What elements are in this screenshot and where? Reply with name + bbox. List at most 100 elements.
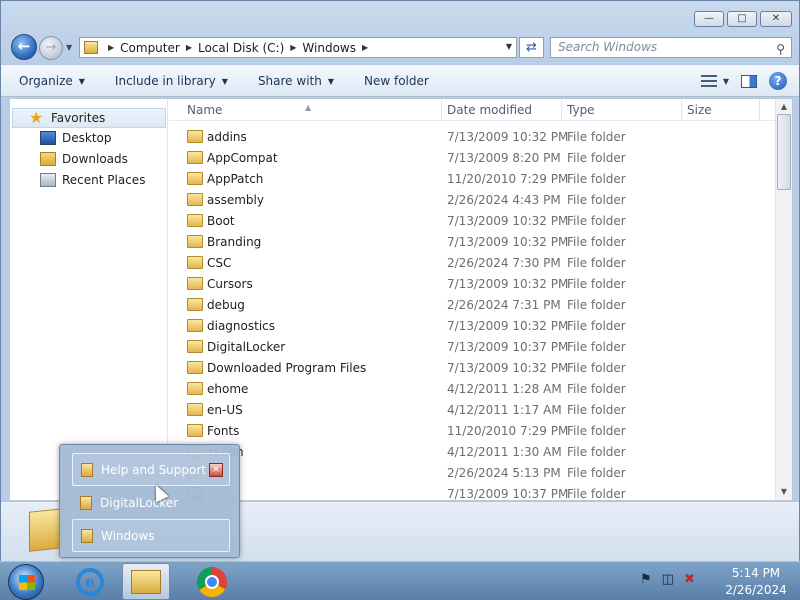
close-button[interactable]: ✕ (760, 11, 792, 27)
column-divider[interactable] (759, 99, 760, 121)
share-with-menu[interactable]: Share with ▼ (258, 74, 334, 88)
table-row[interactable]: zation4/12/2011 1:30 AMFile folder (169, 442, 776, 463)
refresh-button[interactable]: ⇄ (519, 37, 544, 58)
file-date-modified: 7/13/2009 10:32 PM (447, 235, 569, 249)
navigation-pane: ★ Favorites Desktop Downloads Recent Pla… (10, 99, 168, 500)
table-row[interactable]: Fonts 11/20/2010 7:29 PM File folder (169, 421, 776, 442)
file-type: File folder (567, 193, 626, 207)
close-icon[interactable]: ✕ (209, 463, 223, 477)
chevron-right-icon[interactable]: ▶ (108, 43, 114, 52)
sidebar-item-recent-places[interactable]: Recent Places (10, 170, 145, 190)
taskbar-chrome[interactable] (188, 563, 236, 600)
file-date-modified: 7/13/2009 10:37 PM (447, 340, 569, 354)
taskbar-internet-explorer[interactable]: e (66, 563, 114, 600)
file-name: en-US (207, 403, 243, 417)
scrollbar-thumb[interactable] (777, 114, 791, 190)
network-icon[interactable]: ◫ (662, 572, 674, 587)
chevron-right-icon[interactable]: ▶ (290, 43, 296, 52)
folder-icon (187, 172, 203, 185)
jump-item-help-and-support[interactable]: Help and Support ✕ (72, 453, 230, 486)
table-row[interactable]: Downloaded Program Files 7/13/2009 10:32 … (169, 358, 776, 379)
table-row[interactable]: en-US 4/12/2011 1:17 AM File folder (169, 400, 776, 421)
minimize-button[interactable]: — (694, 11, 724, 27)
folder-icon (187, 424, 203, 437)
maximize-button[interactable]: □ (727, 11, 757, 27)
column-header-size[interactable]: Size (687, 103, 712, 117)
internet-explorer-icon: e (76, 567, 104, 596)
change-view-button[interactable]: ▼ (700, 75, 729, 87)
table-row[interactable]: AppPatch 11/20/2010 7:29 PM File folder (169, 169, 776, 190)
sidebar-item-desktop[interactable]: Desktop (10, 128, 112, 148)
sidebar-item-label: Recent Places (62, 173, 146, 187)
search-input[interactable]: Search Windows ⚲ (550, 37, 792, 58)
star-icon: ★ (29, 108, 44, 127)
file-type: File folder (567, 151, 626, 165)
column-header-name[interactable]: Name (187, 103, 222, 117)
column-divider[interactable] (561, 99, 562, 121)
vertical-scrollbar[interactable]: ▲ ▼ (775, 99, 792, 500)
file-date-modified: 2/26/2024 4:43 PM (447, 193, 561, 207)
file-date-modified: 11/20/2010 7:29 PM (447, 424, 569, 438)
back-button[interactable]: ← (11, 34, 37, 60)
file-type: File folder (567, 487, 626, 501)
clock[interactable]: 5:14 PM 2/26/2024 (716, 565, 796, 599)
action-center-flag-icon[interactable]: ⚑ (640, 572, 652, 587)
file-type: File folder (567, 235, 626, 249)
new-folder-button[interactable]: New folder (364, 74, 429, 88)
file-name: CSC (207, 256, 232, 270)
table-row[interactable]: debug 2/26/2024 7:31 PM File folder (169, 295, 776, 316)
breadcrumb-windows[interactable]: Windows (302, 41, 356, 55)
include-in-library-menu[interactable]: Include in library ▼ (115, 74, 228, 88)
sidebar-item-downloads[interactable]: Downloads (10, 149, 128, 169)
taskbar: e ⚑ ◫ ✖ 5:14 PM 2/26/2024 (0, 561, 800, 600)
sidebar-item-favorites[interactable]: ★ Favorites (12, 108, 166, 128)
column-divider[interactable] (441, 99, 442, 121)
scroll-down-icon[interactable]: ▼ (776, 484, 792, 500)
organize-menu[interactable]: Organize ▼ (19, 74, 85, 88)
file-name: Fonts (207, 424, 240, 438)
chevron-right-icon[interactable]: ▶ (186, 43, 192, 52)
file-name: AppPatch (207, 172, 264, 186)
chrome-icon (197, 566, 227, 597)
recent-places-icon (40, 173, 56, 187)
breadcrumb-local-disk[interactable]: Local Disk (C:) (198, 41, 284, 55)
chevron-down-icon: ▼ (327, 76, 334, 86)
breadcrumb-computer[interactable]: Computer (120, 41, 180, 55)
folder-icon (187, 361, 203, 374)
file-type: File folder (567, 361, 626, 375)
recent-pages-dropdown[interactable]: ▼ (66, 43, 72, 52)
table-row[interactable]: diagnostics 7/13/2009 10:32 PM File folder (169, 316, 776, 337)
file-date-modified: 7/13/2009 10:32 PM (447, 214, 569, 228)
address-bar[interactable]: ▶ Computer ▶ Local Disk (C:) ▶ Windows ▶… (79, 37, 517, 58)
column-header-date-modified[interactable]: Date modified (447, 103, 532, 117)
address-history-dropdown[interactable]: ▼ (506, 42, 512, 51)
table-row[interactable]: DigitalLocker 7/13/2009 10:37 PM File fold… (169, 337, 776, 358)
search-icon[interactable]: ⚲ (776, 40, 785, 59)
file-name: AppCompat (207, 151, 278, 165)
volume-muted-icon[interactable]: ✖ (684, 572, 695, 587)
table-row[interactable]: 2/26/2024 5:13 PM File folder (169, 463, 776, 484)
chevron-right-icon[interactable]: ▶ (362, 43, 368, 52)
taskbar-windows-explorer[interactable] (122, 563, 170, 600)
start-button[interactable] (8, 564, 44, 600)
table-row[interactable]: Boot 7/13/2009 10:32 PM File folder (169, 211, 776, 232)
table-row[interactable]: Cursors 7/13/2009 10:32 PM File folder (169, 274, 776, 295)
scroll-up-icon[interactable]: ▲ (776, 99, 792, 115)
jump-item-windows[interactable]: Windows (72, 519, 230, 552)
table-row[interactable]: assembly 2/26/2024 4:43 PM File folder (169, 190, 776, 211)
help-icon[interactable]: ? (769, 72, 787, 90)
chevron-down-icon: ▼ (722, 76, 729, 86)
table-row[interactable]: CSC 2/26/2024 7:30 PM File folder (169, 253, 776, 274)
table-row[interactable]: addins 7/13/2009 10:32 PM File folder (169, 127, 776, 148)
table-row[interactable]: Branding 7/13/2009 10:32 PM File folder (169, 232, 776, 253)
column-divider[interactable] (681, 99, 682, 121)
forward-button[interactable]: → (39, 36, 63, 60)
chevron-down-icon: ▼ (221, 76, 228, 86)
folder-icon (187, 193, 203, 206)
column-header-type[interactable]: Type (567, 103, 595, 117)
table-row[interactable]: ehome 4/12/2011 1:28 AM File folder (169, 379, 776, 400)
table-row[interactable]: AppCompat 7/13/2009 8:20 PM File folder (169, 148, 776, 169)
file-type: File folder (567, 298, 626, 312)
preview-pane-icon[interactable] (741, 74, 757, 88)
refresh-icon: ⇄ (526, 40, 537, 55)
